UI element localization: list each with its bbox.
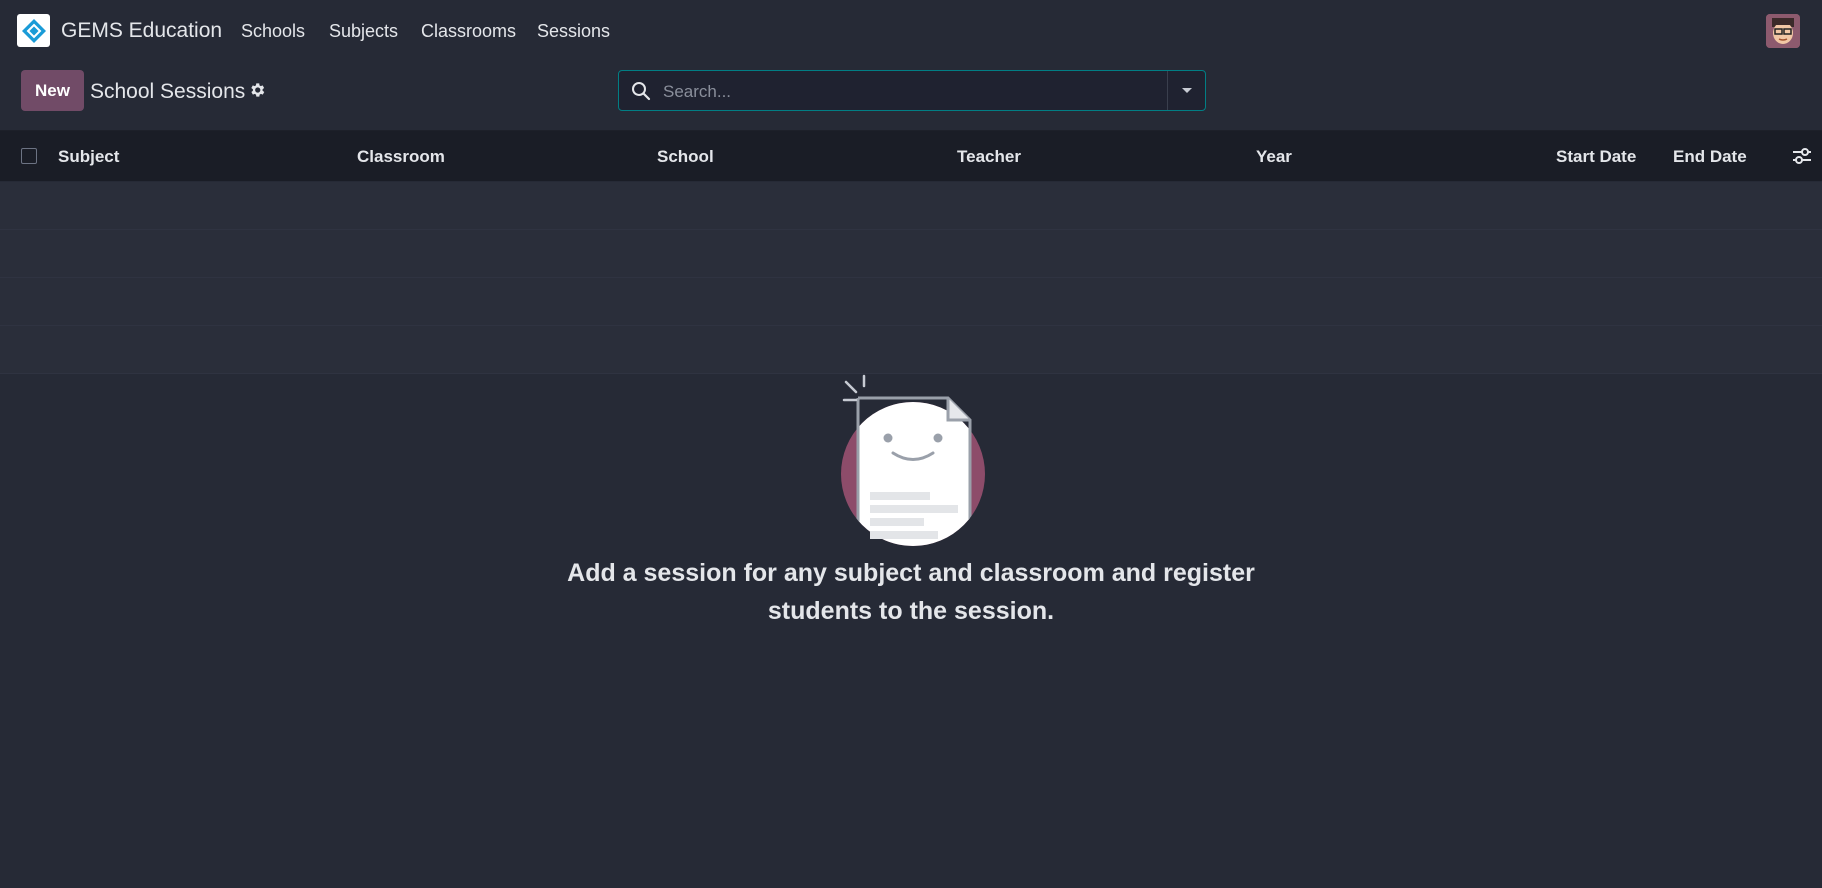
empty-document-illustration <box>841 374 985 546</box>
app-logo-icon <box>21 18 46 43</box>
search-input[interactable] <box>661 75 1165 108</box>
new-button[interactable]: New <box>21 70 84 111</box>
search-options-toggle[interactable] <box>1167 71 1205 110</box>
caret-down-icon <box>1181 87 1192 93</box>
menu-item-subjects[interactable]: Subjects <box>329 21 398 42</box>
top-navbar: GEMS Education Schools Subjects Classroo… <box>0 0 1822 62</box>
app-logo[interactable] <box>17 14 50 47</box>
user-avatar[interactable] <box>1766 14 1800 48</box>
menu-item-sessions[interactable]: Sessions <box>537 21 610 42</box>
column-header-start-date[interactable]: Start Date <box>1556 147 1636 167</box>
column-header-school[interactable]: School <box>657 147 714 167</box>
empty-state-line-1: Add a session for any subject and classr… <box>567 559 1255 587</box>
search-bar <box>618 70 1206 111</box>
menu-item-classrooms[interactable]: Classrooms <box>421 21 516 42</box>
select-all-checkbox[interactable] <box>21 148 37 164</box>
empty-row <box>0 278 1822 326</box>
column-header-end-date[interactable]: End Date <box>1673 147 1747 167</box>
avatar-face-icon <box>1766 14 1800 48</box>
empty-state-message: Add a session for any subject and classr… <box>561 554 1261 630</box>
brand-name[interactable]: GEMS Education <box>61 19 222 43</box>
page-title: School Sessions <box>90 80 246 103</box>
list-header: Subject Classroom School Teacher Year St… <box>0 131 1822 181</box>
empty-state-line-2: students to the session. <box>767 597 1055 625</box>
column-header-classroom[interactable]: Classroom <box>357 147 445 167</box>
column-header-teacher[interactable]: Teacher <box>957 147 1021 167</box>
search-icon <box>632 82 651 101</box>
empty-row <box>0 230 1822 278</box>
menu-item-schools[interactable]: Schools <box>241 21 305 42</box>
control-panel: New School Sessions <box>0 62 1822 130</box>
column-settings-icon[interactable] <box>1792 147 1812 165</box>
column-header-year[interactable]: Year <box>1256 147 1292 167</box>
column-header-subject[interactable]: Subject <box>58 147 119 167</box>
gear-icon[interactable] <box>248 81 266 99</box>
empty-row <box>0 326 1822 374</box>
empty-row <box>0 182 1822 230</box>
